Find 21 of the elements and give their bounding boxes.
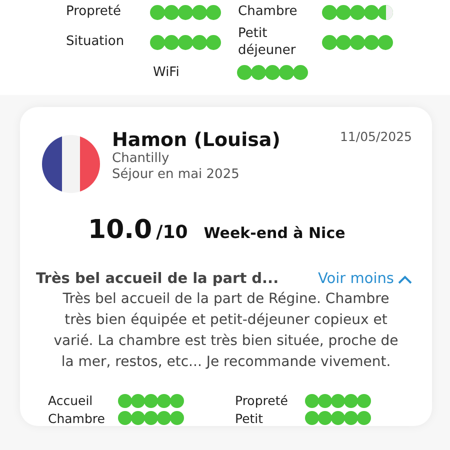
rating-label: Chambre <box>238 4 298 20</box>
review-title: Très bel accueil de la part d... <box>36 271 279 287</box>
review-date: 11/05/2025 <box>340 129 412 146</box>
rating-label: Accueil <box>48 393 94 409</box>
review-text: Très bel accueil de la part de Régine. Chambre très bien équipée et petit-déjeuner copieux et varié. La chambre est très bien située, proche de la mer, restos, etc... Je recommande vivement. <box>52 290 400 372</box>
trip-title: Week-end à Nice <box>204 224 346 242</box>
rating-label: Situation <box>66 34 126 51</box>
review-score: 10.0 <box>88 215 152 245</box>
score-scale: /10 <box>156 222 188 243</box>
flag-icon <box>42 135 100 193</box>
toggle-link[interactable]: Voir moins <box>318 271 412 287</box>
rating-label: Petit déjeuner <box>238 26 297 59</box>
rating-label: Propreté <box>235 393 289 409</box>
rating-label: Chambre <box>48 410 106 426</box>
stay-date: Séjour en mai 2025 <box>112 167 240 183</box>
chevron-icon <box>398 274 412 284</box>
rating-label: WiFi <box>153 64 180 81</box>
rating-label: Propreté <box>66 4 122 20</box>
reviewer-name: Hamon (Louisa) <box>112 129 282 151</box>
rating-label: Petit <box>235 410 264 426</box>
reviewer-city: Chantilly <box>112 151 170 167</box>
